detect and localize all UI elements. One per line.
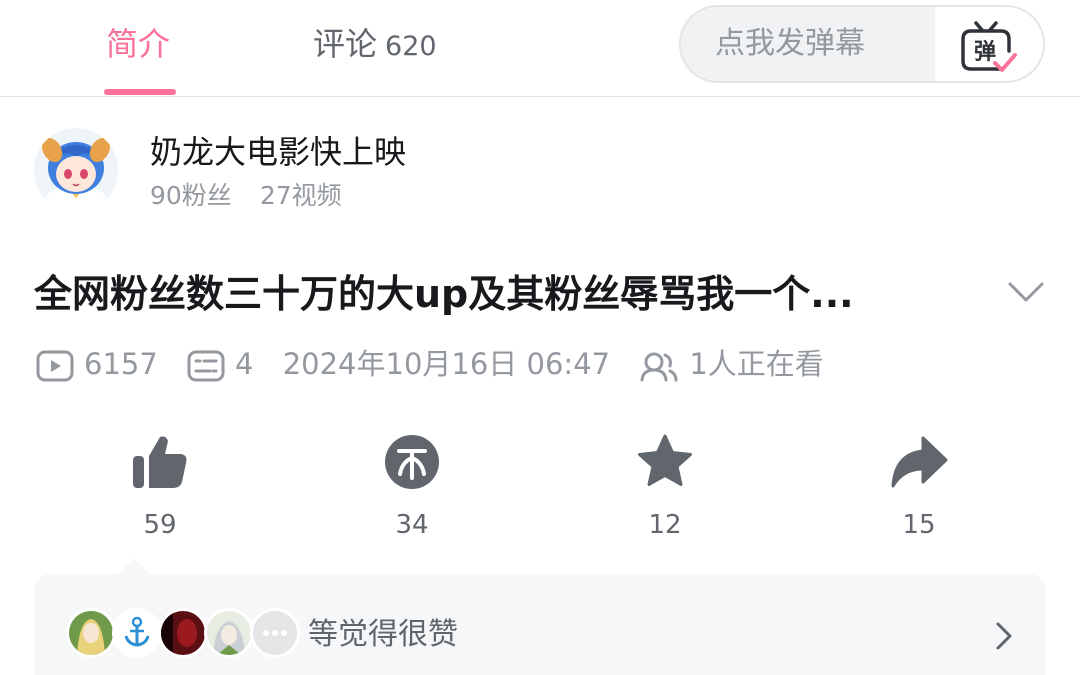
danmaku-count: 4 (187, 342, 253, 386)
like-count: 59 (143, 510, 177, 540)
danmaku-toggle-button[interactable]: 弹 (935, 7, 1043, 81)
danmaku-input[interactable]: 点我发弹幕 (715, 24, 865, 64)
coin-button[interactable]: 34 (352, 432, 472, 542)
watching-now-value: 1人正在看 (689, 347, 824, 381)
liker-avatar (204, 608, 254, 658)
chevron-down-icon (1008, 282, 1044, 302)
more-likers-icon (250, 608, 300, 658)
uploader-name[interactable]: 奶龙大电影快上映 (150, 130, 406, 174)
danmaku-count-icon (187, 350, 225, 382)
share-button[interactable]: 15 (859, 432, 979, 542)
share-arrow-icon (891, 436, 948, 488)
expand-description-button[interactable] (1002, 272, 1050, 312)
watching-now: 1人正在看 (639, 342, 824, 386)
play-count-icon (36, 350, 74, 382)
likers-panel[interactable]: 等觉得很赞 (34, 574, 1046, 675)
video-title[interactable]: 全网粉丝数三十万的大up及其粉丝辱骂我一个... (34, 268, 854, 320)
danmaku-tv-icon: 弹 (961, 21, 1017, 72)
uploader-videos: 27视频 (259, 181, 342, 210)
share-count: 15 (902, 510, 936, 540)
liker-avatar (66, 608, 116, 658)
coin-icon (385, 435, 439, 489)
liker-avatar (112, 608, 162, 658)
favorite-count: 12 (648, 510, 682, 540)
active-tab-indicator (104, 89, 176, 95)
tab-comments-label: 评论 (313, 25, 378, 63)
coin-count: 34 (395, 510, 429, 540)
uploader-avatar[interactable] (34, 128, 118, 212)
danmaku-bar: 点我发弹幕 弹 (679, 5, 1045, 83)
uploader-stats: 90粉丝 27视频 (150, 178, 342, 214)
tab-comments-count: 620 (385, 31, 437, 62)
tab-comments[interactable]: 评论 620 (313, 22, 437, 69)
publish-time: 2024年10月16日 06:47 (282, 347, 611, 381)
view-count: 6157 (36, 342, 158, 386)
likers-caret (118, 558, 150, 574)
uploader-followers: 90粉丝 (150, 181, 232, 210)
liker-avatar (158, 608, 208, 658)
chevron-right-icon (996, 622, 1012, 650)
people-icon (640, 352, 678, 382)
danmaku-count-value: 4 (235, 347, 254, 381)
view-count-value: 6157 (84, 347, 158, 381)
favorite-button[interactable]: 12 (605, 432, 725, 542)
avatar-image (34, 128, 118, 212)
thumbs-up-icon (133, 436, 187, 488)
danmaku-glyph: 弹 (974, 40, 996, 65)
video-meta: 6157 4 2024年10月16日 06:47 1人正在看 (36, 340, 824, 384)
like-button[interactable]: 59 (100, 432, 220, 542)
star-icon (638, 434, 692, 486)
likers-text: 等觉得很赞 (308, 617, 458, 652)
tab-bar: 简介 评论 620 点我发弹幕 弹 (0, 0, 1080, 97)
tab-intro[interactable]: 简介 (106, 22, 170, 66)
